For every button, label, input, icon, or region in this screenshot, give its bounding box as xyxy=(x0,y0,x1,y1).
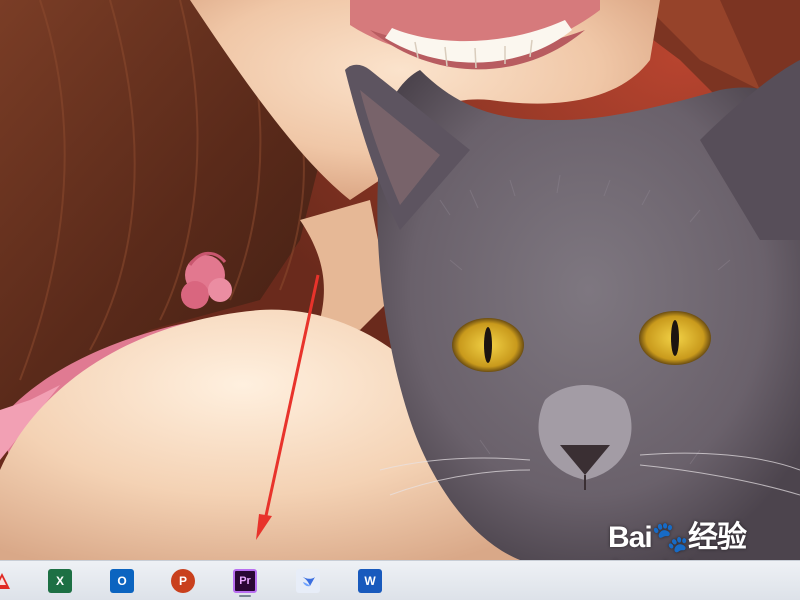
taskbar: X O P Pr W xyxy=(0,560,800,600)
outlook-icon-label: O xyxy=(117,574,127,588)
taskbar-app-excel[interactable]: X xyxy=(44,565,76,597)
premiere-icon: Pr xyxy=(233,569,257,593)
word-icon: W xyxy=(358,569,382,593)
taskbar-app-pdf[interactable] xyxy=(0,565,18,597)
desktop-screen: Bai🐾经验 jingyan.baidu.com X O P Pr xyxy=(0,0,800,600)
taskbar-app-word[interactable]: W xyxy=(354,565,386,597)
taskbar-app-feishu[interactable] xyxy=(292,565,324,597)
excel-icon: X xyxy=(48,569,72,593)
outlook-icon: O xyxy=(110,569,134,593)
feishu-bird-glyph xyxy=(301,576,315,587)
running-indicator xyxy=(239,595,251,597)
excel-icon-label: X xyxy=(55,574,64,588)
premiere-icon-label: Pr xyxy=(239,574,251,587)
taskbar-app-premiere[interactable]: Pr xyxy=(229,565,261,597)
desktop-wallpaper xyxy=(0,0,800,560)
feishu-icon xyxy=(296,569,320,593)
word-icon-label: W xyxy=(364,574,376,588)
powerpoint-icon: P xyxy=(171,569,195,593)
powerpoint-icon-label: P xyxy=(178,574,187,588)
red-pdf-icon xyxy=(0,573,10,589)
taskbar-app-outlook[interactable]: O xyxy=(106,565,138,597)
taskbar-app-powerpoint[interactable]: P xyxy=(167,565,199,597)
